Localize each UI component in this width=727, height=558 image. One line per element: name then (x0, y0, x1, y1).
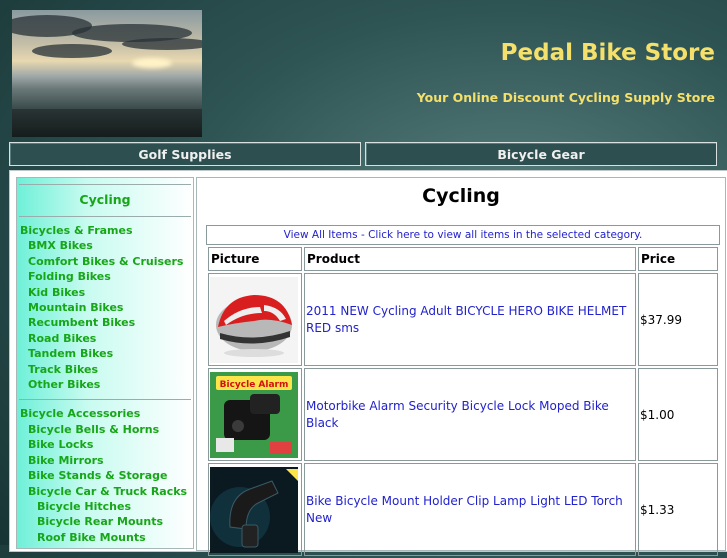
product-price: $37.99 (638, 273, 718, 366)
view-all-link[interactable]: View All Items - Click here to view all … (206, 225, 720, 245)
sidebar-item-bicycles-frames[interactable]: Bicycles & Frames (19, 223, 191, 238)
sidebar-item-car-truck-racks[interactable]: Bicycle Car & Truck Racks (19, 484, 191, 499)
sidebar-item-bike-stands[interactable]: Bike Stands & Storage (19, 468, 191, 483)
site-tagline: Your Online Discount Cycling Supply Stor… (416, 90, 715, 105)
content-area: Cycling Bicycles & Frames BMX Bikes Comf… (9, 170, 727, 556)
main-panel: Cycling View All Items - Click here to v… (196, 177, 726, 556)
bicycle-alarm-image[interactable]: Bicycle Alarm (210, 371, 298, 458)
column-product: Product (304, 247, 636, 271)
sidebar-item-bike-locks[interactable]: Bike Locks (19, 437, 191, 452)
sidebar-item-road-bikes[interactable]: Road Bikes (19, 331, 191, 346)
nav-bicycle-gear[interactable]: Bicycle Gear (365, 142, 717, 166)
sidebar-item-bike-mirrors[interactable]: Bike Mirrors (19, 453, 191, 468)
sidebar-item-track-bikes[interactable]: Track Bikes (19, 362, 191, 377)
sidebar-item-comfort-bikes[interactable]: Comfort Bikes & Cruisers (19, 254, 191, 269)
category-sidebar: Cycling Bicycles & Frames BMX Bikes Comf… (16, 177, 194, 549)
sidebar-title[interactable]: Cycling (19, 184, 191, 217)
top-navigation: Golf Supplies Bicycle Gear (9, 142, 717, 166)
sidebar-item-kid-bikes[interactable]: Kid Bikes (19, 285, 191, 300)
product-picture-cell (208, 463, 302, 556)
category-group-accessories: Bicycle Accessories Bicycle Bells & Horn… (19, 400, 191, 552)
header-banner-image (12, 10, 202, 137)
sidebar-item-recumbent-bikes[interactable]: Recumbent Bikes (19, 315, 191, 330)
alarm-image-label: Bicycle Alarm (220, 380, 289, 390)
table-header-row: Picture Product Price (208, 247, 718, 271)
site-title: Pedal Bike Store (500, 40, 715, 66)
product-picture-cell: Bicycle Alarm (208, 368, 302, 461)
product-name-link[interactable]: Motorbike Alarm Security Bicycle Lock Mo… (304, 368, 636, 461)
table-row: Bike Bicycle Mount Holder Clip Lamp Ligh… (208, 463, 718, 556)
table-row: 2011 NEW Cycling Adult BICYCLE HERO BIKE… (208, 273, 718, 366)
category-group-bicycles: Bicycles & Frames BMX Bikes Comfort Bike… (19, 217, 191, 401)
sidebar-item-folding-bikes[interactable]: Folding Bikes (19, 269, 191, 284)
product-price: $1.00 (638, 368, 718, 461)
sidebar-item-mountain-bikes[interactable]: Mountain Bikes (19, 300, 191, 315)
lamp-mount-image[interactable] (210, 466, 298, 553)
sidebar-item-roof-mounts[interactable]: Roof Bike Mounts (19, 530, 191, 545)
sidebar-item-rear-mounts[interactable]: Bicycle Rear Mounts (19, 514, 191, 529)
product-table: Picture Product Price 2011 NEW Cycling A… (206, 245, 720, 558)
product-name-link[interactable]: 2011 NEW Cycling Adult BICYCLE HERO BIKE… (304, 273, 636, 366)
sidebar-item-bicycle-accessories[interactable]: Bicycle Accessories (19, 406, 191, 421)
table-row: Bicycle Alarm Motorbike Alarm Security B… (208, 368, 718, 461)
sidebar-item-tandem-bikes[interactable]: Tandem Bikes (19, 346, 191, 361)
sidebar-item-bells-horns[interactable]: Bicycle Bells & Horns (19, 422, 191, 437)
column-picture: Picture (208, 247, 302, 271)
sidebar-item-bicycle-hitches[interactable]: Bicycle Hitches (19, 499, 191, 514)
product-picture-cell (208, 273, 302, 366)
bike-helmet-image[interactable] (210, 276, 298, 363)
product-price: $1.33 (638, 463, 718, 556)
page-title: Cycling (422, 185, 500, 207)
product-name-link[interactable]: Bike Bicycle Mount Holder Clip Lamp Ligh… (304, 463, 636, 556)
nav-golf-supplies[interactable]: Golf Supplies (9, 142, 361, 166)
column-price: Price (638, 247, 718, 271)
sidebar-item-bmx-bikes[interactable]: BMX Bikes (19, 238, 191, 253)
sidebar-item-other-bikes[interactable]: Other Bikes (19, 377, 191, 392)
